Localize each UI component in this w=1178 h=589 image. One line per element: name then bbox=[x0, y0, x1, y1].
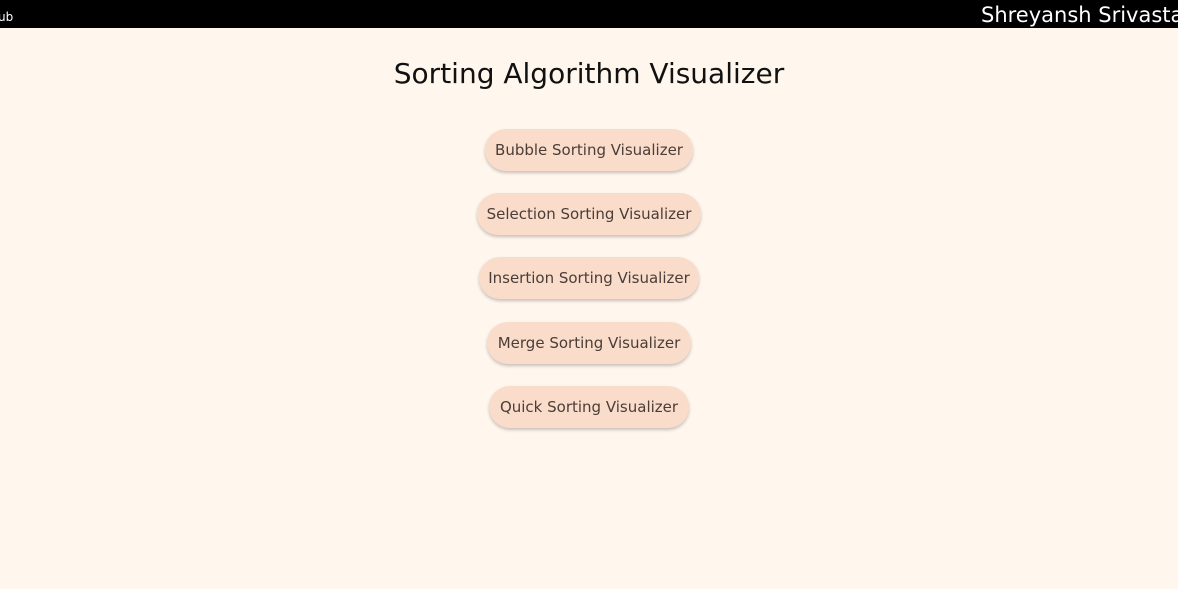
github-link[interactable]: ub bbox=[0, 10, 13, 24]
top-navbar: ub Shreyansh Srivasta bbox=[0, 0, 1178, 28]
bubble-sort-button[interactable]: Bubble Sorting Visualizer bbox=[485, 129, 693, 171]
selection-sort-button[interactable]: Selection Sorting Visualizer bbox=[477, 193, 701, 235]
insertion-sort-button[interactable]: Insertion Sorting Visualizer bbox=[479, 257, 699, 299]
page-title: Sorting Algorithm Visualizer bbox=[393, 57, 785, 90]
author-name: Shreyansh Srivasta bbox=[981, 3, 1178, 27]
quick-sort-button[interactable]: Quick Sorting Visualizer bbox=[489, 386, 689, 428]
merge-sort-button[interactable]: Merge Sorting Visualizer bbox=[487, 322, 691, 364]
